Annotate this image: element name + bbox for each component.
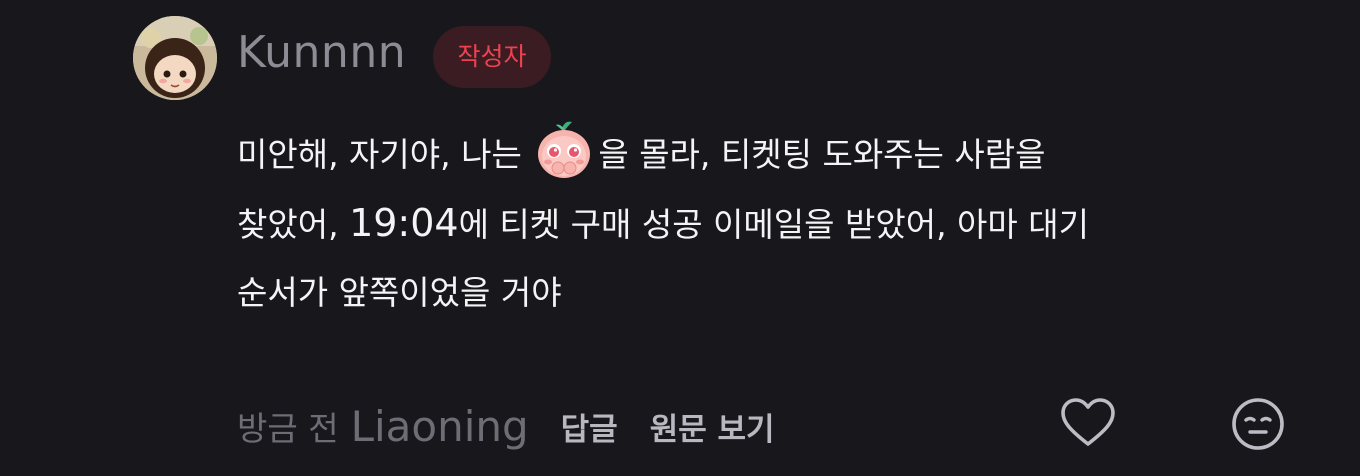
comment-card: Kunnnn 작성자 미안해, 자기야, 나는 을 몰라, 티켓팅 도와주는 사… <box>0 0 1360 476</box>
comment-time-value: 19:04 <box>349 201 459 245</box>
comment-body: 미안해, 자기야, 나는 을 몰라, 티켓팅 도와주는 사람을 찾았어, 19:… <box>237 118 1277 328</box>
comment-text: 미안해, 자기야, 나는 <box>237 135 533 174</box>
comment-footer: 방금 전 Liaoning 답글 원문 보기 <box>237 396 775 456</box>
author-badge: 작성자 <box>433 26 551 88</box>
avatar-image <box>133 16 217 100</box>
comment-text: 찾았어, <box>237 205 350 244</box>
comment-timestamp: 방금 전 <box>237 409 339 448</box>
comment-line-3: 순서가 앞쪽이었을 거야 <box>237 258 1277 328</box>
avatar[interactable] <box>133 16 217 100</box>
comment-line-1: 미안해, 자기야, 나는 을 몰라, 티켓팅 도와주는 사람을 <box>237 118 1277 188</box>
comment-text: 순서가 앞쪽이었을 거야 <box>237 273 562 312</box>
crying-peach-emoji-icon <box>538 121 591 178</box>
comment-location: Liaoning <box>350 401 529 451</box>
view-original-button[interactable]: 원문 보기 <box>650 404 775 449</box>
comment-author-name[interactable]: Kunnnn <box>237 24 406 82</box>
reply-button[interactable]: 답글 <box>561 404 618 449</box>
emoji-reaction-button[interactable] <box>1228 394 1288 454</box>
comment-text: 에 티켓 구매 성공 이메일을 받았어, 아마 대기 <box>458 205 1089 244</box>
heart-icon <box>1061 398 1115 446</box>
like-button[interactable] <box>1058 394 1118 454</box>
comment-line-2: 찾았어, 19:04에 티켓 구매 성공 이메일을 받았어, 아마 대기 <box>237 188 1277 258</box>
emoji-face-icon <box>1232 398 1284 450</box>
comment-text: 을 몰라, 티켓팅 도와주는 사람을 <box>598 135 1046 174</box>
